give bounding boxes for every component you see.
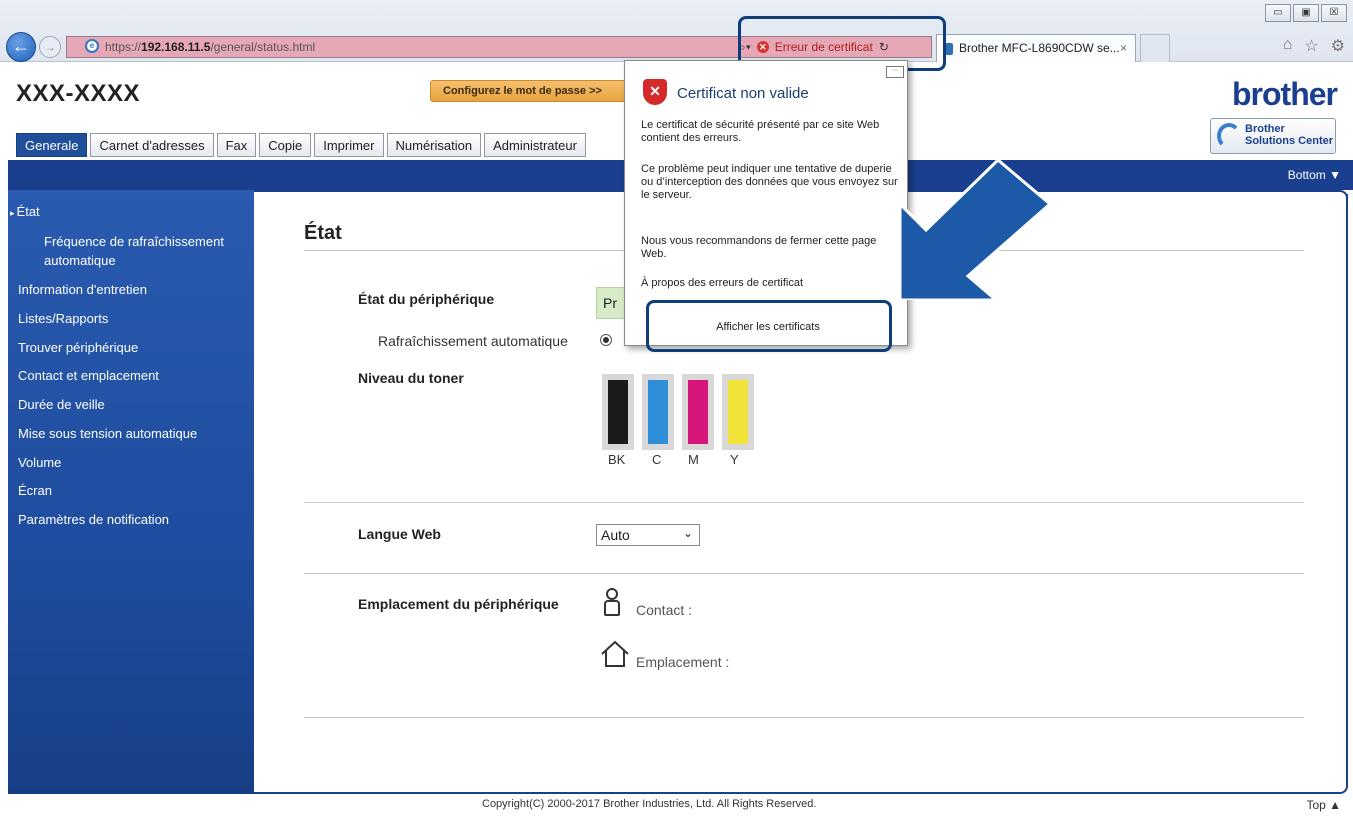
web-lang-value: Auto xyxy=(601,527,630,543)
sidebar-item-label: État xyxy=(16,204,40,219)
popup-title: Certificat non valide xyxy=(677,85,809,102)
page-title: XXX-XXXX xyxy=(16,80,141,107)
toner-slot-c xyxy=(642,374,674,450)
view-certificates-highlight xyxy=(646,300,892,352)
toner-label: Niveau du toner xyxy=(358,370,464,386)
toner-label-y: Y xyxy=(730,452,739,467)
swoosh-icon xyxy=(1217,123,1241,149)
window-controls: ▭ ▣ ☒ xyxy=(1265,4,1347,22)
toner-slot-y xyxy=(722,374,754,450)
sidebar-item-notification[interactable]: Paramètres de notification xyxy=(18,512,169,527)
tab-title: Brother MFC-L8690CDW se... xyxy=(959,41,1120,55)
content-title: État xyxy=(304,222,342,244)
toner-label-m: M xyxy=(688,452,699,467)
toner-fill-bk xyxy=(608,380,628,444)
sidebar-item-ecran[interactable]: Écran xyxy=(18,483,52,498)
web-lang-label: Langue Web xyxy=(358,526,441,542)
location-label: Emplacement : xyxy=(636,654,730,670)
popup-text-1: Le certificat de sécurité présenté par c… xyxy=(641,119,880,144)
device-location-label: Emplacement du périphérique xyxy=(358,596,559,612)
main-nav-tabs: Generale Carnet d'adresses Fax Copie Imp… xyxy=(16,133,586,157)
browser-chrome: ▭ ▣ ☒ ← → e https://192.168.11.5/general… xyxy=(0,0,1353,62)
auto-refresh-label: Rafraîchissement automatique xyxy=(378,333,568,349)
sidebar-item-contact[interactable]: Contact et emplacement xyxy=(18,368,159,383)
sidebar-item-volume[interactable]: Volume xyxy=(18,455,61,470)
tab-numerisation[interactable]: Numérisation xyxy=(386,133,482,157)
settings-icon[interactable]: ⚙ xyxy=(1331,36,1345,56)
browser-toolbar-icons: ⌂ ☆ ⚙ xyxy=(1283,36,1345,56)
tab-generale[interactable]: Generale xyxy=(16,133,88,157)
sidebar-item-listes[interactable]: Listes/Rapports xyxy=(18,311,108,326)
toner-slot-m xyxy=(682,374,714,450)
toner-fill-y xyxy=(728,380,748,444)
contact-label: Contact : xyxy=(636,602,693,618)
back-arrow-icon[interactable]: ← xyxy=(6,32,36,62)
popup-resize-icon: ⋯ xyxy=(886,66,904,78)
footer-copyright: Copyright(C) 2000-2017 Brother Industrie… xyxy=(482,798,817,810)
solutions-center-button[interactable]: Brother Solutions Center xyxy=(1210,118,1336,154)
toner-slot-bk xyxy=(602,374,634,450)
favorites-icon[interactable]: ☆ xyxy=(1304,36,1318,56)
brother-logo: brother xyxy=(1232,76,1338,112)
sidebar-item-frequence[interactable]: Fréquence de rafraîchissement xyxy=(44,234,224,249)
tab-carnet-adresses[interactable]: Carnet d'adresses xyxy=(90,133,214,157)
person-icon xyxy=(604,588,620,618)
callout-arrow-icon xyxy=(900,160,1050,300)
new-tab-button[interactable] xyxy=(1140,34,1170,62)
divider xyxy=(304,502,1304,503)
toner-label-c: C xyxy=(652,452,662,467)
solutions-line1: Brother xyxy=(1245,123,1285,135)
divider xyxy=(304,573,1304,574)
popup-text-2: Ce problème peut indiquer une tentative … xyxy=(641,163,898,201)
sidebar-item-veille[interactable]: Durée de veille xyxy=(18,397,105,412)
ie-logo-icon: e xyxy=(85,39,99,53)
tab-imprimer[interactable]: Imprimer xyxy=(314,133,384,157)
sidebar-item-etat[interactable]: ▸ État xyxy=(10,204,40,219)
toner-gauges xyxy=(596,374,766,454)
tab-administrateur[interactable]: Administrateur xyxy=(484,133,586,157)
chevron-down-icon: ⌄ xyxy=(682,526,693,540)
sidebar-item-frequence-2[interactable]: automatique xyxy=(44,253,116,268)
close-window-button[interactable]: ☒ xyxy=(1321,4,1347,22)
password-banner-button[interactable]: Configurez le mot de passe >> xyxy=(430,80,626,102)
maximize-button[interactable]: ▣ xyxy=(1293,4,1319,22)
house-icon xyxy=(601,640,629,667)
tab-close-icon[interactable]: × xyxy=(1120,41,1127,55)
browser-tab[interactable]: Brother MFC-L8690CDW se... × xyxy=(936,34,1136,62)
toner-fill-m xyxy=(688,380,708,444)
forward-arrow-icon[interactable]: → xyxy=(39,36,61,58)
tab-fax[interactable]: Fax xyxy=(216,133,257,157)
toner-fill-c xyxy=(648,380,668,444)
popup-text-3: Nous vous recommandons de fermer cette p… xyxy=(641,235,877,260)
sidebar-item-trouver[interactable]: Trouver périphérique xyxy=(18,340,138,355)
minimize-button[interactable]: ▭ xyxy=(1265,4,1291,22)
sidebar: ▸ État Fréquence de rafraîchissement auto… xyxy=(8,190,254,794)
shield-error-icon: ✕ xyxy=(643,79,667,105)
address-url[interactable]: https://192.168.11.5/general/status.html xyxy=(105,40,315,54)
home-icon[interactable]: ⌂ xyxy=(1283,36,1293,56)
top-link[interactable]: Top ▲ xyxy=(1306,798,1341,812)
person-body xyxy=(604,600,620,616)
web-lang-select[interactable]: Auto ⌄ xyxy=(596,524,700,546)
page-favicon-icon xyxy=(945,43,953,55)
device-status-label: État du périphérique xyxy=(358,291,495,307)
bullet-icon: ▸ xyxy=(10,208,15,218)
about-cert-errors-link[interactable]: À propos des erreurs de certificat xyxy=(641,277,803,289)
sidebar-item-entretien[interactable]: Information d'entretien xyxy=(18,282,147,297)
bottom-link[interactable]: Bottom ▼ xyxy=(1288,168,1341,182)
person-head xyxy=(606,588,618,600)
divider xyxy=(304,717,1304,718)
sidebar-item-mise-sous-tension[interactable]: Mise sous tension automatique xyxy=(18,426,197,441)
auto-refresh-on-radio[interactable] xyxy=(600,334,612,346)
solutions-line2: Solutions Center xyxy=(1245,135,1334,147)
tab-copie[interactable]: Copie xyxy=(259,133,312,157)
toner-label-bk: BK xyxy=(608,452,626,467)
